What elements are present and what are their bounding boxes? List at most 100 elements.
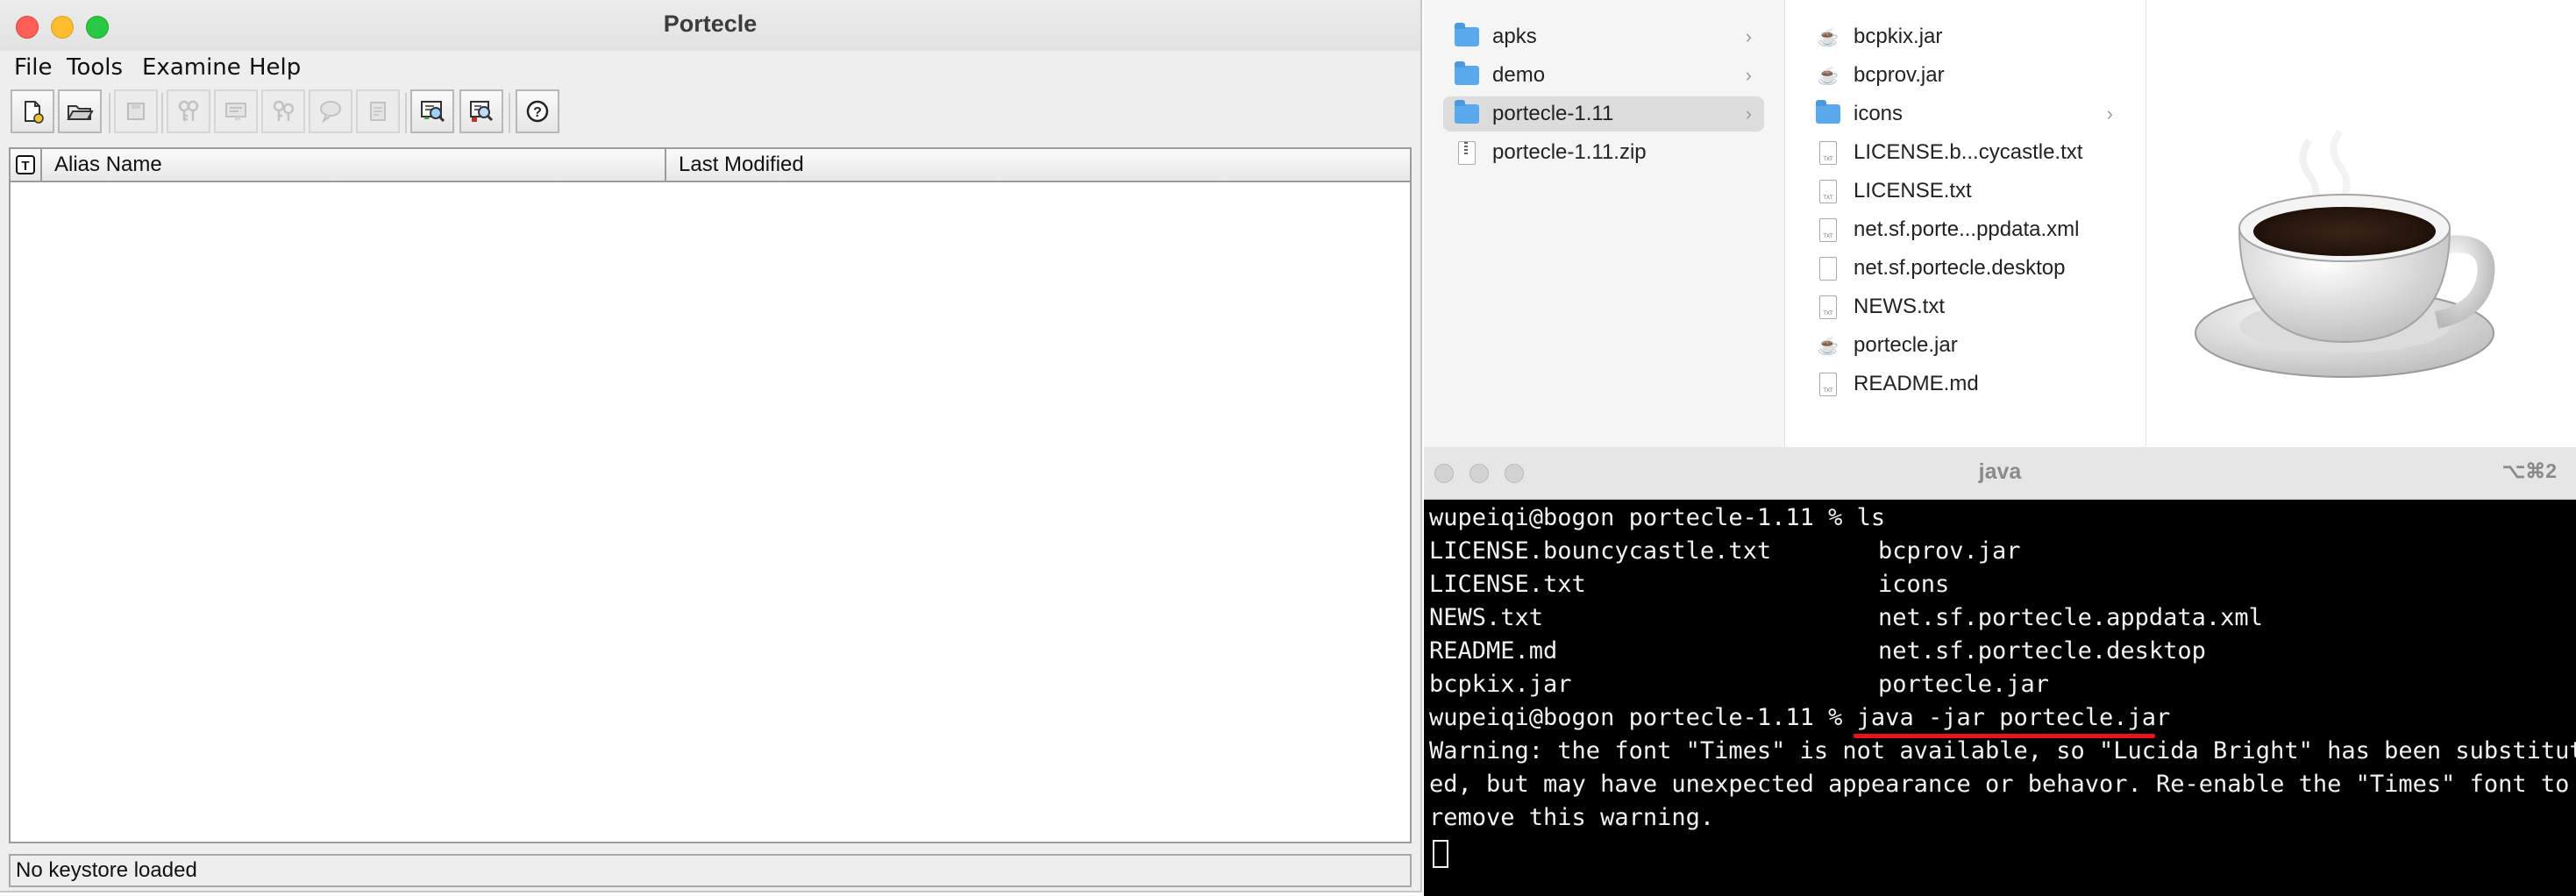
terminal-line: wupeiqi@bogon portecle-1.11 % ls bbox=[1429, 504, 1886, 531]
terminal-line: wupeiqi@bogon portecle-1.11 % java -jar … bbox=[1429, 702, 2170, 734]
warning-line: remove this warning. bbox=[1429, 804, 1715, 831]
portecle-titlebar: Portecle bbox=[0, 0, 1420, 52]
keystore-entries-table[interactable]: T Alias Name Last Modified bbox=[9, 147, 1412, 843]
finder-item[interactable]: net.sf.portecle.desktop bbox=[1804, 251, 2125, 286]
keystore-report-button[interactable] bbox=[309, 89, 352, 133]
finder-item[interactable]: README.md bbox=[1804, 366, 2125, 402]
examine-ssl-button[interactable] bbox=[459, 89, 503, 133]
table-header: T Alias Name Last Modified bbox=[11, 149, 1410, 182]
finder-item[interactable]: net.sf.porte...ppdata.xml bbox=[1804, 212, 2125, 247]
finder-item[interactable]: LICENSE.txt bbox=[1804, 174, 2125, 209]
folder-icon bbox=[1454, 100, 1480, 127]
last-modified-column-header[interactable]: Last Modified bbox=[666, 149, 1412, 181]
finder-item-label: apks bbox=[1492, 25, 1537, 48]
help-button[interactable]: ? bbox=[516, 89, 559, 133]
command: java -jar portecle.jar bbox=[1856, 704, 2171, 731]
finder-item-label: net.sf.portecle.desktop bbox=[1854, 256, 2066, 280]
warning-line: Warning: the font "Times" is not availab… bbox=[1429, 737, 2576, 764]
ls-entry: net.sf.portecle.desktop bbox=[1878, 637, 2206, 665]
ls-entry: portecle.jar bbox=[1878, 671, 2050, 698]
terminal-output[interactable]: wupeiqi@bogon portecle-1.11 % ls LICENSE… bbox=[1429, 500, 2576, 896]
folder-icon bbox=[1815, 100, 1841, 127]
portecle-window: Portecle File Tools Examine Help ? T Ali… bbox=[0, 0, 1422, 892]
finder-item[interactable]: NEWS.txt bbox=[1804, 289, 2125, 324]
menu-help[interactable]: Help bbox=[249, 54, 301, 81]
finder-item-label: portecle-1.11 bbox=[1492, 102, 1614, 125]
ls-entry: net.sf.portecle.appdata.xml bbox=[1878, 604, 2263, 631]
examine-certificate-icon bbox=[421, 101, 445, 123]
menu-bar: File Tools Examine Help bbox=[0, 51, 1420, 86]
svg-text:?: ? bbox=[533, 105, 542, 120]
import-keypair-button[interactable] bbox=[261, 89, 305, 133]
text-file-icon bbox=[1815, 217, 1841, 243]
toolbar-separator bbox=[509, 93, 510, 133]
chevron-right-icon: › bbox=[1745, 64, 1752, 86]
save-keystore-button[interactable] bbox=[114, 89, 158, 133]
finder-item-label: demo bbox=[1492, 63, 1546, 87]
menu-file[interactable]: File bbox=[14, 54, 53, 81]
chevron-right-icon: › bbox=[1745, 25, 1752, 47]
key-pair-icon bbox=[178, 100, 199, 121]
entry-type-column-header[interactable]: T bbox=[11, 149, 42, 181]
warning-line: ed, but may have unexpected appearance o… bbox=[1429, 771, 2570, 798]
status-bar: No keystore loaded bbox=[9, 854, 1412, 887]
help-icon: ? bbox=[526, 100, 549, 123]
ls-entry: NEWS.txt bbox=[1429, 604, 1544, 631]
text-file-icon bbox=[1815, 139, 1841, 166]
finder-item-label: portecle-1.11.zip bbox=[1492, 140, 1647, 164]
text-file-icon bbox=[1815, 178, 1841, 204]
window-title: Portecle bbox=[663, 11, 758, 37]
import-certificate-button[interactable] bbox=[214, 89, 258, 133]
ls-entry: README.md bbox=[1429, 637, 1558, 665]
document-icon bbox=[370, 102, 386, 121]
finder-column-2: ☕ bcpkix.jar ☕ bcprov.jar icons › LICENSE.b...… bbox=[1785, 0, 2146, 447]
finder-item[interactable]: icons › bbox=[1804, 96, 2125, 132]
finder-item-label: icons bbox=[1854, 102, 1904, 125]
text-file-icon bbox=[1815, 371, 1841, 397]
finder-column-1: apks › demo › portecle-1.11 › portecle-1.11.zi… bbox=[1424, 0, 1785, 447]
toolbar-separator bbox=[109, 93, 110, 133]
open-keystore-button[interactable] bbox=[58, 89, 102, 133]
ls-entry: LICENSE.bouncycastle.txt bbox=[1429, 537, 1772, 565]
open-folder-icon bbox=[67, 105, 94, 120]
menu-tools[interactable]: Tools bbox=[67, 54, 123, 81]
generate-keypair-button[interactable] bbox=[167, 89, 210, 133]
zip-file-icon bbox=[1454, 139, 1480, 166]
speech-bubble-icon bbox=[320, 101, 341, 124]
terminal-title: java bbox=[1978, 459, 2022, 484]
finder-item[interactable]: ☕ bcprov.jar bbox=[1804, 58, 2125, 93]
finder-item[interactable]: ☕ portecle.jar bbox=[1804, 328, 2125, 363]
ls-entry: icons bbox=[1878, 571, 1950, 598]
alias-name-column-header[interactable]: Alias Name bbox=[42, 149, 666, 181]
ls-entry: LICENSE.txt bbox=[1429, 571, 1586, 598]
finder-item[interactable]: portecle-1.11.zip bbox=[1443, 135, 1764, 170]
finder-item[interactable]: ☕ bcpkix.jar bbox=[1804, 19, 2125, 54]
folder-icon bbox=[1454, 23, 1480, 50]
finder-preview-pane bbox=[2146, 0, 2576, 447]
new-document-icon bbox=[25, 101, 44, 124]
terminal-titlebar: java ⌥⌘2 bbox=[1424, 447, 2576, 500]
key-import-icon bbox=[273, 100, 295, 121]
ls-entry: bcprov.jar bbox=[1878, 537, 2021, 565]
terminal-shortcut: ⌥⌘2 bbox=[2501, 459, 2557, 482]
certificate-icon bbox=[225, 103, 246, 121]
folder-icon bbox=[1454, 61, 1480, 89]
menu-examine[interactable]: Examine bbox=[142, 54, 241, 81]
text-file-icon bbox=[1815, 294, 1841, 320]
document-icon bbox=[1815, 255, 1841, 281]
new-keystore-button[interactable] bbox=[11, 89, 54, 133]
finder-item[interactable]: LICENSE.b...cycastle.txt bbox=[1804, 135, 2125, 170]
jar-file-icon: ☕ bbox=[1817, 27, 1839, 47]
finder-item-label: LICENSE.b...cycastle.txt bbox=[1854, 140, 2083, 164]
finder-item-label: LICENSE.txt bbox=[1854, 179, 1972, 203]
finder-item[interactable]: apks › bbox=[1443, 19, 1764, 54]
prompt: wupeiqi@bogon portecle-1.11 % bbox=[1429, 704, 1857, 731]
finder-item[interactable]: portecle-1.11 › bbox=[1443, 96, 1764, 132]
finder-item[interactable]: demo › bbox=[1443, 58, 1764, 93]
save-icon bbox=[127, 103, 145, 120]
keystore-properties-button[interactable] bbox=[356, 89, 400, 133]
entry-type-icon: T bbox=[16, 155, 35, 174]
toolbar: ? bbox=[0, 86, 1420, 142]
examine-certificate-button[interactable] bbox=[410, 89, 454, 133]
toolbar-separator bbox=[405, 93, 407, 133]
